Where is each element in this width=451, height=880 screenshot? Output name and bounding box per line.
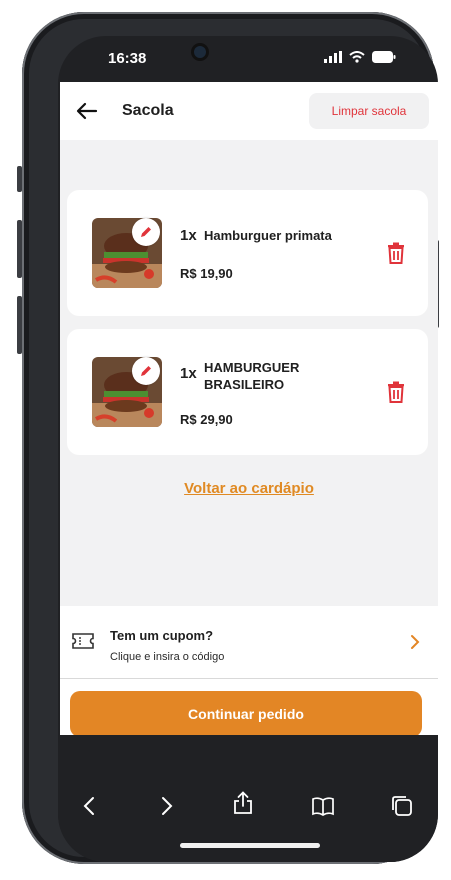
coupon-row[interactable]: Tem um cupom? Clique e insira o código bbox=[60, 606, 438, 679]
cart-item: 1x Hamburguer primata R$ 19,90 bbox=[67, 190, 428, 316]
edit-item-button[interactable] bbox=[132, 357, 160, 385]
signal-icon bbox=[324, 51, 342, 63]
status-icons bbox=[324, 51, 396, 63]
share-icon[interactable] bbox=[231, 791, 255, 815]
back-arrow-icon[interactable] bbox=[76, 102, 98, 120]
ticket-icon bbox=[72, 633, 94, 649]
bookmarks-book-icon[interactable] bbox=[311, 794, 335, 818]
bag-screen: Sacola Limpar sacola 1x Hamburguer prima… bbox=[60, 82, 438, 737]
header: Sacola Limpar sacola bbox=[60, 82, 438, 140]
coupon-subtitle: Clique e insira o código bbox=[110, 651, 225, 663]
item-name: Hamburguer primata bbox=[204, 228, 332, 243]
item-name-line1: HAMBURGUER bbox=[204, 360, 300, 375]
coupon-title: Tem um cupom? bbox=[110, 628, 214, 643]
edit-item-button[interactable] bbox=[132, 218, 160, 246]
footer: Continuar pedido bbox=[60, 679, 438, 737]
status-bar: 16:38 bbox=[58, 36, 438, 82]
home-indicator bbox=[180, 843, 320, 848]
cart-item: 1x HAMBURGUER BRASILEIRO R$ 29,90 bbox=[67, 329, 428, 455]
trash-icon[interactable] bbox=[387, 381, 405, 403]
item-name-line2: BRASILEIRO bbox=[204, 377, 285, 392]
back-chevron-icon[interactable] bbox=[78, 794, 102, 818]
clear-bag-button[interactable]: Limpar sacola bbox=[309, 93, 429, 129]
wifi-icon bbox=[349, 51, 365, 63]
front-camera bbox=[194, 46, 206, 58]
item-quantity: 1x bbox=[180, 365, 197, 382]
item-quantity: 1x bbox=[180, 227, 197, 244]
phone-screen: 16:38 Sacola Limpar sacola 1x Hamburguer… bbox=[58, 36, 438, 862]
tabs-icon[interactable] bbox=[390, 794, 414, 818]
phone-frame: 16:38 Sacola Limpar sacola 1x Hamburguer… bbox=[22, 12, 438, 864]
item-price: R$ 29,90 bbox=[180, 412, 233, 427]
back-to-menu-link[interactable]: Voltar ao cardápio bbox=[60, 480, 438, 497]
edit-pencil-icon bbox=[141, 366, 151, 376]
edit-pencil-icon bbox=[141, 227, 151, 237]
chevron-right-icon bbox=[411, 635, 420, 649]
continue-order-button[interactable]: Continuar pedido bbox=[70, 691, 422, 737]
page-title: Sacola bbox=[122, 102, 174, 119]
trash-icon[interactable] bbox=[387, 242, 405, 264]
forward-chevron-icon[interactable] bbox=[154, 794, 178, 818]
status-time: 16:38 bbox=[108, 50, 147, 67]
battery-icon bbox=[372, 51, 396, 63]
item-price: R$ 19,90 bbox=[180, 266, 233, 281]
